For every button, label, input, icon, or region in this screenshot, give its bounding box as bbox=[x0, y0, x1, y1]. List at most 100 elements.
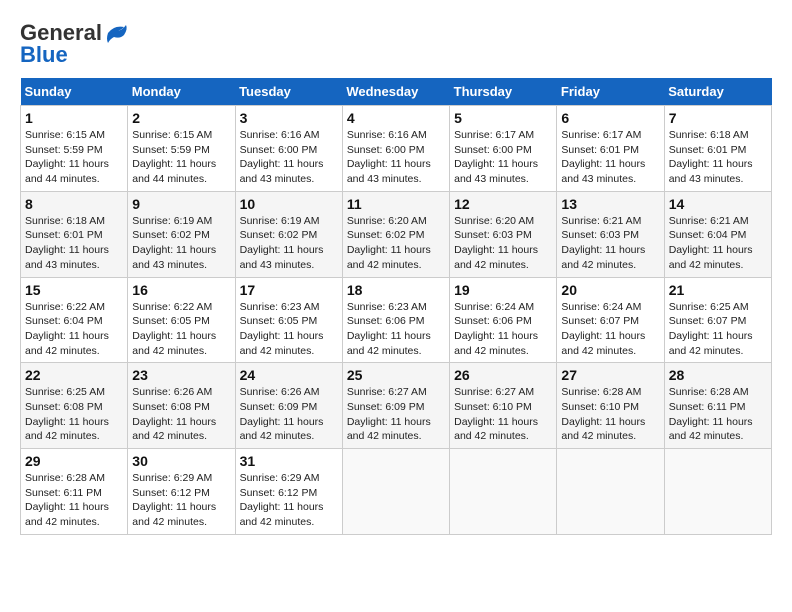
weekday-saturday: Saturday bbox=[664, 78, 771, 106]
day-number: 24 bbox=[240, 367, 338, 383]
day-number: 23 bbox=[132, 367, 230, 383]
calendar-week-row: 22 Sunrise: 6:25 AM Sunset: 6:08 PM Dayli… bbox=[21, 363, 772, 449]
weekday-friday: Friday bbox=[557, 78, 664, 106]
calendar-cell: 31 Sunrise: 6:29 AM Sunset: 6:12 PM Dayli… bbox=[235, 449, 342, 535]
day-number: 10 bbox=[240, 196, 338, 212]
day-number: 17 bbox=[240, 282, 338, 298]
day-info: Sunrise: 6:20 AM Sunset: 6:03 PM Dayligh… bbox=[454, 214, 552, 273]
day-info: Sunrise: 6:28 AM Sunset: 6:11 PM Dayligh… bbox=[25, 471, 123, 530]
day-number: 12 bbox=[454, 196, 552, 212]
calendar-cell: 30 Sunrise: 6:29 AM Sunset: 6:12 PM Dayli… bbox=[128, 449, 235, 535]
logo: General Blue bbox=[20, 20, 128, 68]
day-info: Sunrise: 6:25 AM Sunset: 6:08 PM Dayligh… bbox=[25, 385, 123, 444]
calendar-body: 1 Sunrise: 6:15 AM Sunset: 5:59 PM Daylig… bbox=[21, 106, 772, 535]
day-info: Sunrise: 6:22 AM Sunset: 6:05 PM Dayligh… bbox=[132, 300, 230, 359]
calendar-cell bbox=[342, 449, 449, 535]
calendar-cell: 5 Sunrise: 6:17 AM Sunset: 6:00 PM Daylig… bbox=[450, 106, 557, 192]
calendar-cell: 2 Sunrise: 6:15 AM Sunset: 5:59 PM Daylig… bbox=[128, 106, 235, 192]
day-number: 20 bbox=[561, 282, 659, 298]
calendar-cell: 9 Sunrise: 6:19 AM Sunset: 6:02 PM Daylig… bbox=[128, 191, 235, 277]
day-info: Sunrise: 6:28 AM Sunset: 6:11 PM Dayligh… bbox=[669, 385, 767, 444]
day-info: Sunrise: 6:18 AM Sunset: 6:01 PM Dayligh… bbox=[25, 214, 123, 273]
day-number: 1 bbox=[25, 110, 123, 126]
calendar-cell: 11 Sunrise: 6:20 AM Sunset: 6:02 PM Dayli… bbox=[342, 191, 449, 277]
calendar-cell: 16Sunrise: 6:22 AM Sunset: 6:05 PM Dayli… bbox=[128, 277, 235, 363]
calendar-cell: 6 Sunrise: 6:17 AM Sunset: 6:01 PM Daylig… bbox=[557, 106, 664, 192]
calendar-week-row: 8 Sunrise: 6:18 AM Sunset: 6:01 PM Daylig… bbox=[21, 191, 772, 277]
calendar-cell: 13 Sunrise: 6:21 AM Sunset: 6:03 PM Dayli… bbox=[557, 191, 664, 277]
day-info: Sunrise: 6:16 AM Sunset: 6:00 PM Dayligh… bbox=[347, 128, 445, 187]
day-info: Sunrise: 6:19 AM Sunset: 6:02 PM Dayligh… bbox=[240, 214, 338, 273]
weekday-wednesday: Wednesday bbox=[342, 78, 449, 106]
calendar-cell: 3Sunrise: 6:16 AM Sunset: 6:00 PM Daylig… bbox=[235, 106, 342, 192]
calendar-week-row: 29 Sunrise: 6:28 AM Sunset: 6:11 PM Dayli… bbox=[21, 449, 772, 535]
day-info: Sunrise: 6:29 AM Sunset: 6:12 PM Dayligh… bbox=[132, 471, 230, 530]
calendar-cell: 29 Sunrise: 6:28 AM Sunset: 6:11 PM Dayli… bbox=[21, 449, 128, 535]
day-info: Sunrise: 6:25 AM Sunset: 6:07 PM Dayligh… bbox=[669, 300, 767, 359]
day-info: Sunrise: 6:15 AM Sunset: 5:59 PM Dayligh… bbox=[132, 128, 230, 187]
day-info: Sunrise: 6:19 AM Sunset: 6:02 PM Dayligh… bbox=[132, 214, 230, 273]
day-number: 7 bbox=[669, 110, 767, 126]
day-number: 9 bbox=[132, 196, 230, 212]
day-number: 18 bbox=[347, 282, 445, 298]
day-info: Sunrise: 6:29 AM Sunset: 6:12 PM Dayligh… bbox=[240, 471, 338, 530]
calendar-cell: 14 Sunrise: 6:21 AM Sunset: 6:04 PM Dayli… bbox=[664, 191, 771, 277]
day-number: 19 bbox=[454, 282, 552, 298]
calendar-cell: 28 Sunrise: 6:28 AM Sunset: 6:11 PM Dayli… bbox=[664, 363, 771, 449]
day-info: Sunrise: 6:18 AM Sunset: 6:01 PM Dayligh… bbox=[669, 128, 767, 187]
day-info: Sunrise: 6:23 AM Sunset: 6:06 PM Dayligh… bbox=[347, 300, 445, 359]
calendar-table: SundayMondayTuesdayWednesdayThursdayFrid… bbox=[20, 78, 772, 535]
day-number: 26 bbox=[454, 367, 552, 383]
day-number: 15 bbox=[25, 282, 123, 298]
calendar-cell: 17Sunrise: 6:23 AM Sunset: 6:05 PM Dayli… bbox=[235, 277, 342, 363]
day-info: Sunrise: 6:22 AM Sunset: 6:04 PM Dayligh… bbox=[25, 300, 123, 359]
logo-blue: Blue bbox=[20, 42, 68, 68]
calendar-cell: 24 Sunrise: 6:26 AM Sunset: 6:09 PM Dayli… bbox=[235, 363, 342, 449]
calendar-cell: 1 Sunrise: 6:15 AM Sunset: 5:59 PM Daylig… bbox=[21, 106, 128, 192]
day-number: 8 bbox=[25, 196, 123, 212]
day-number: 29 bbox=[25, 453, 123, 469]
day-info: Sunrise: 6:17 AM Sunset: 6:01 PM Dayligh… bbox=[561, 128, 659, 187]
day-info: Sunrise: 6:17 AM Sunset: 6:00 PM Dayligh… bbox=[454, 128, 552, 187]
day-info: Sunrise: 6:20 AM Sunset: 6:02 PM Dayligh… bbox=[347, 214, 445, 273]
day-number: 30 bbox=[132, 453, 230, 469]
logo-bird-icon bbox=[106, 23, 128, 43]
calendar-cell bbox=[450, 449, 557, 535]
day-info: Sunrise: 6:24 AM Sunset: 6:06 PM Dayligh… bbox=[454, 300, 552, 359]
day-info: Sunrise: 6:15 AM Sunset: 5:59 PM Dayligh… bbox=[25, 128, 123, 187]
calendar-cell: 15 Sunrise: 6:22 AM Sunset: 6:04 PM Dayli… bbox=[21, 277, 128, 363]
day-number: 27 bbox=[561, 367, 659, 383]
calendar-cell bbox=[557, 449, 664, 535]
calendar-cell: 4 Sunrise: 6:16 AM Sunset: 6:00 PM Daylig… bbox=[342, 106, 449, 192]
day-info: Sunrise: 6:26 AM Sunset: 6:08 PM Dayligh… bbox=[132, 385, 230, 444]
day-number: 25 bbox=[347, 367, 445, 383]
calendar-cell bbox=[664, 449, 771, 535]
calendar-cell: 8 Sunrise: 6:18 AM Sunset: 6:01 PM Daylig… bbox=[21, 191, 128, 277]
day-info: Sunrise: 6:26 AM Sunset: 6:09 PM Dayligh… bbox=[240, 385, 338, 444]
day-number: 2 bbox=[132, 110, 230, 126]
day-info: Sunrise: 6:21 AM Sunset: 6:04 PM Dayligh… bbox=[669, 214, 767, 273]
day-number: 6 bbox=[561, 110, 659, 126]
calendar-cell: 10 Sunrise: 6:19 AM Sunset: 6:02 PM Dayli… bbox=[235, 191, 342, 277]
day-number: 13 bbox=[561, 196, 659, 212]
day-number: 5 bbox=[454, 110, 552, 126]
day-number: 3 bbox=[240, 110, 338, 126]
day-info: Sunrise: 6:24 AM Sunset: 6:07 PM Dayligh… bbox=[561, 300, 659, 359]
calendar-cell: 27Sunrise: 6:28 AM Sunset: 6:10 PM Dayli… bbox=[557, 363, 664, 449]
page-header: General Blue bbox=[20, 20, 772, 68]
weekday-monday: Monday bbox=[128, 78, 235, 106]
calendar-cell: 22 Sunrise: 6:25 AM Sunset: 6:08 PM Dayli… bbox=[21, 363, 128, 449]
day-info: Sunrise: 6:21 AM Sunset: 6:03 PM Dayligh… bbox=[561, 214, 659, 273]
day-number: 14 bbox=[669, 196, 767, 212]
calendar-cell: 26 Sunrise: 6:27 AM Sunset: 6:10 PM Dayli… bbox=[450, 363, 557, 449]
calendar-cell: 7 Sunrise: 6:18 AM Sunset: 6:01 PM Daylig… bbox=[664, 106, 771, 192]
calendar-cell: 23 Sunrise: 6:26 AM Sunset: 6:08 PM Dayli… bbox=[128, 363, 235, 449]
day-info: Sunrise: 6:27 AM Sunset: 6:10 PM Dayligh… bbox=[454, 385, 552, 444]
calendar-cell: 20 Sunrise: 6:24 AM Sunset: 6:07 PM Dayli… bbox=[557, 277, 664, 363]
day-number: 11 bbox=[347, 196, 445, 212]
day-number: 22 bbox=[25, 367, 123, 383]
weekday-sunday: Sunday bbox=[21, 78, 128, 106]
day-number: 28 bbox=[669, 367, 767, 383]
day-number: 4 bbox=[347, 110, 445, 126]
day-number: 31 bbox=[240, 453, 338, 469]
